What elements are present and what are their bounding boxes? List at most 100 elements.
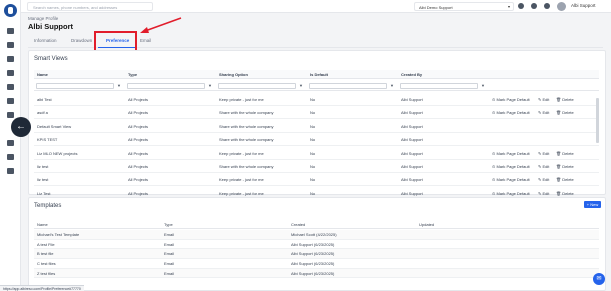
delete-button[interactable]: 🗑 Delete [556,164,574,169]
back-arrow-icon[interactable]: ← [11,117,31,137]
table-row[interactable]: albi Test All Projects Keep private - just… [34,93,599,106]
col-default[interactable]: Is Default [310,72,328,77]
bell-icon[interactable] [531,3,537,9]
megaphone-icon[interactable] [7,84,14,90]
row-name: B test file [37,251,54,257]
row-created: Albi Support [401,97,423,102]
smart-views-title: Smart Views [34,56,68,62]
avatar[interactable] [557,2,566,11]
edit-button[interactable]: ✎ Edit [538,151,549,156]
calendar-icon[interactable] [7,56,14,62]
filter-icon[interactable]: ▼ [117,83,121,88]
delete-button[interactable]: 🗑 Delete [556,191,574,196]
row-type: All Projects [128,123,149,129]
templates-card: Templates Name Type Created Updated Mich… [28,197,606,291]
row-sharing: Keep private - just for me [219,190,264,196]
monitor-icon[interactable] [7,168,14,174]
info-icon[interactable] [7,28,14,34]
filter-icon[interactable]: ▼ [299,83,303,88]
mark-default-button[interactable]: ⊙ Mark Page Default [492,97,530,102]
table-row[interactable]: liz test All Projects Share with the whole… [34,160,599,173]
breadcrumb[interactable]: Manage Profile [28,16,58,21]
table-row[interactable]: Z test files Email Albi Support (6/23/2025… [34,268,599,279]
mark-default-button[interactable]: ⊙ Mark Page Default [492,151,530,156]
table-row[interactable]: Default Smart View All Projects Share with… [34,120,599,133]
templates-title: Templates [34,203,62,209]
delete-label: Delete [562,190,574,196]
edit-button[interactable]: ✎ Edit [538,164,549,169]
table-row[interactable]: Michael's Test Template Email Michael Scot… [34,230,599,240]
delete-label: Delete [562,164,574,169]
col-name[interactable]: Name [37,222,48,227]
row-name: albi Test [37,97,52,102]
filter-icon[interactable]: ▼ [481,83,485,88]
table-row[interactable]: Liz MLO NEW projects All Projects Keep pri… [34,147,599,160]
table-row[interactable]: B test file Email Albi Support (6/23/2025) [34,249,599,259]
list-icon[interactable] [7,112,14,118]
row-name: Default Smart View [37,123,72,129]
scrollbar[interactable] [596,98,599,143]
row-default: No [310,110,316,116]
flag-icon[interactable] [7,70,14,76]
row-type: Email [164,241,175,247]
row-sharing: Keep private - just for me [219,177,264,183]
edit-button[interactable]: ✎ Edit [538,191,549,196]
edit-label: Edit [542,110,550,116]
delete-button[interactable]: 🗑 Delete [556,110,574,115]
edit-button[interactable]: ✎ Edit [538,110,549,115]
edit-button[interactable]: ✎ Edit [538,177,549,182]
filter-icon[interactable]: ▼ [208,83,212,88]
filter-name-input[interactable] [36,83,114,89]
smart-views-table: Name Type Sharing Option Is Default Crea… [34,70,599,200]
row-type: Email [164,270,175,276]
col-updated[interactable]: Updated [419,222,434,227]
filter-created-input[interactable] [400,83,478,89]
mark-default-button[interactable]: ⊙ Mark Page Default [492,177,530,182]
chat-icon[interactable] [518,3,524,9]
table-row[interactable]: C test files Email Albi Support (6/23/2025… [34,259,599,269]
delete-button[interactable]: 🗑 Delete [556,151,574,156]
help-icon[interactable] [544,3,550,9]
user-menu[interactable]: Albi Support [571,3,596,8]
col-created[interactable]: Created By [401,72,422,77]
phone-icon[interactable] [7,98,14,104]
tab-drawdown[interactable]: Drawdown [71,38,92,43]
briefcase-icon[interactable] [7,42,14,48]
delete-button[interactable]: 🗑 Delete [556,177,574,182]
new-template-button[interactable]: + New [584,201,601,208]
col-type[interactable]: Type [128,72,137,77]
filter-default-input[interactable] [309,83,387,89]
tab-information[interactable]: Information [34,38,57,43]
annotation-highlight-box [94,31,137,52]
filter-type-input[interactable] [127,83,205,89]
row-type: All Projects [128,150,149,156]
table-row[interactable]: asdf a All Projects Share with the whole c… [34,106,599,120]
global-search-input[interactable]: Search names, phone numbers, and address… [27,2,153,11]
col-sharing[interactable]: Sharing Option [219,72,248,77]
filter-sharing-input[interactable] [218,83,296,89]
table-row[interactable]: A test File Email Albi Support (6/23/2025) [34,240,599,250]
app-logo[interactable] [4,4,17,17]
mark-default-button[interactable]: ⊙ Mark Page Default [492,110,530,115]
tab-email[interactable]: Email [140,38,151,43]
gear-icon[interactable] [7,154,14,160]
row-name: A test File [37,241,55,247]
col-type[interactable]: Type [164,222,173,227]
delete-button[interactable]: 🗑 Delete [556,97,574,102]
row-type: All Projects [128,137,149,143]
users-icon[interactable] [7,140,14,146]
company-select[interactable]: Albi Demo Support ▾ [414,2,514,11]
filter-row: ▼ ▼ ▼ ▼ ▼ [34,81,599,91]
row-sharing: Share with the whole company [219,110,274,116]
mark-default-button[interactable]: ⊙ Mark Page Default [492,191,530,196]
col-name[interactable]: Name [37,72,48,77]
edit-button[interactable]: ✎ Edit [538,97,549,102]
col-created[interactable]: Created [291,222,305,227]
row-created: Albi Support [401,123,423,129]
mark-default-label: Mark Page Default [496,97,530,102]
mark-default-button[interactable]: ⊙ Mark Page Default [492,164,530,169]
table-row[interactable]: KPIS TEST All Projects Share with the whol… [34,133,599,147]
chat-support-icon[interactable]: ✉ [593,273,605,285]
table-row[interactable]: liz test All Projects Keep private - just … [34,173,599,187]
filter-icon[interactable]: ▼ [390,83,394,88]
